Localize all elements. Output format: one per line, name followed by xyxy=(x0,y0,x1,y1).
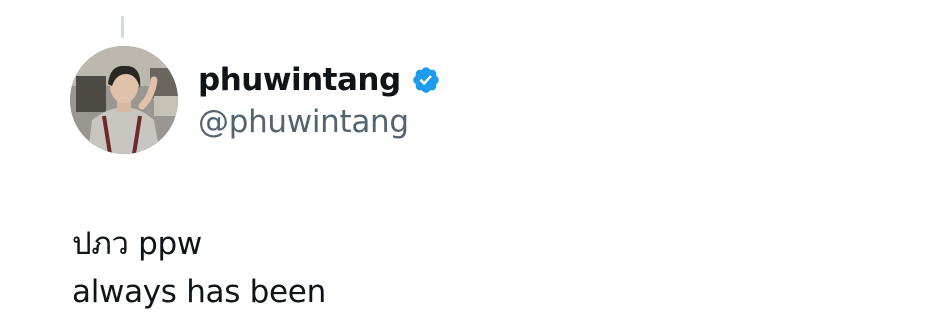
author-handle[interactable]: @phuwintang xyxy=(198,104,441,140)
name-row: phuwintang xyxy=(198,58,441,102)
tweet: phuwintang @phuwintang ปภว ppw always ha… xyxy=(0,0,948,316)
thread-connector-line xyxy=(121,16,124,38)
tweet-text: ปภว ppw always has been xyxy=(72,220,326,316)
tweet-text-line: ปภว ppw xyxy=(72,226,202,262)
tweet-text-line: always has been xyxy=(72,274,326,310)
avatar[interactable] xyxy=(70,46,178,154)
avatar-photo xyxy=(70,46,178,154)
tweet-header: phuwintang @phuwintang xyxy=(198,58,441,140)
verified-badge-icon xyxy=(411,65,441,95)
author-display-name[interactable]: phuwintang xyxy=(198,62,401,98)
